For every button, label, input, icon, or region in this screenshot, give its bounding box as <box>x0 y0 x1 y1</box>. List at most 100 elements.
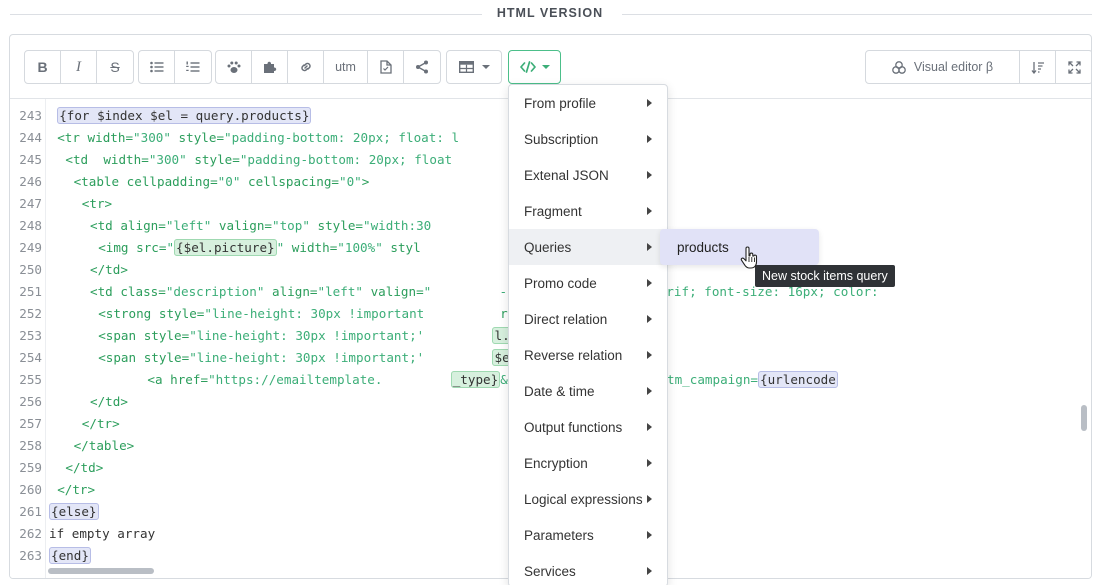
link-button[interactable] <box>288 51 324 83</box>
bullet-list-icon <box>149 61 163 73</box>
utm-button[interactable]: utm <box>324 51 368 83</box>
code-token: width= <box>103 152 149 167</box>
code-token: style= <box>170 130 225 145</box>
chevron-right-icon <box>647 459 652 467</box>
submenu-item-label: products <box>677 239 729 255</box>
chevron-right-icon <box>647 135 652 143</box>
menu-item-direct-relation[interactable]: Direct relation <box>509 301 667 337</box>
section-title: HTML VERSION <box>496 6 604 20</box>
code-token: align= <box>264 284 318 299</box>
menu-item-label: Date & time <box>524 383 595 399</box>
menu-item-fragment[interactable]: Fragment <box>509 193 667 229</box>
line-number: 254 <box>19 350 42 365</box>
plugin-button[interactable] <box>252 51 288 83</box>
share-button[interactable] <box>404 51 440 83</box>
code-text: </td> <box>65 457 103 479</box>
code-text: <td align="left" valign="top" style="wid… <box>90 215 431 237</box>
code-token: <tr> <box>81 196 113 211</box>
vertical-scrollbar[interactable] <box>1081 99 1089 568</box>
menu-item-subscription[interactable]: Subscription <box>509 121 667 157</box>
vertical-scroll-thumb[interactable] <box>1081 405 1087 431</box>
code-token: style= <box>143 328 190 343</box>
paw-button[interactable] <box>216 51 252 83</box>
palette-icon <box>892 60 906 74</box>
code-text: <tr width="300" style="padding-bottom: 2… <box>57 127 459 149</box>
code-token: "300" <box>148 152 187 167</box>
menu-item-label: Parameters <box>524 527 594 543</box>
code-token: <strong <box>98 306 159 321</box>
link-icon <box>300 62 311 72</box>
template-tag: {end} <box>49 547 91 564</box>
menu-item-queries[interactable]: Queries <box>509 229 667 265</box>
table-icon <box>458 61 474 73</box>
line-number: 258 <box>19 438 42 453</box>
code-text: </tr> <box>82 413 120 435</box>
code-token: "left" <box>165 218 212 233</box>
code-token: style= <box>309 218 364 233</box>
menu-item-label: Promo code <box>524 275 597 291</box>
sort-button[interactable] <box>1020 51 1056 83</box>
line-number: 261 <box>19 504 42 519</box>
menu-item-promo-code[interactable]: Promo code <box>509 265 667 301</box>
menu-item-reverse-relation[interactable]: Reverse relation <box>509 337 667 373</box>
utm-label: utm <box>335 60 356 74</box>
code-text: <td width="300" style="padding-bottom: 2… <box>65 149 452 171</box>
code-token: "description" <box>165 284 265 299</box>
code-token: "left" <box>317 284 364 299</box>
line-number: 245 <box>19 152 42 167</box>
chevron-right-icon <box>647 387 652 395</box>
italic-button[interactable]: I <box>61 51 97 83</box>
line-number: 263 <box>19 548 42 563</box>
code-token: "padding-bottom: 20px; float <box>239 152 453 167</box>
strikethrough-button[interactable]: S <box>97 51 133 83</box>
menu-item-label: Encryption <box>524 455 588 471</box>
bullet-list-button[interactable] <box>139 51 175 83</box>
chevron-down-icon <box>481 65 490 69</box>
menu-item-output-functions[interactable]: Output functions <box>509 409 667 445</box>
bold-button[interactable]: B <box>25 51 61 83</box>
sort-icon <box>1030 61 1044 74</box>
code-token: "300" <box>133 130 171 145</box>
line-number: 255 <box>19 372 42 387</box>
code-token: "https://emailtemplate. <box>208 372 383 387</box>
numbered-list-button[interactable] <box>175 51 211 83</box>
chevron-right-icon <box>647 423 652 431</box>
code-token: </tr> <box>81 416 120 431</box>
line-number: 249 <box>19 240 42 255</box>
chevron-right-icon <box>647 279 652 287</box>
code-token: <tr <box>57 130 88 145</box>
menu-item-services[interactable]: Services <box>509 553 667 585</box>
code-token: align= <box>120 218 166 233</box>
code-icon <box>519 61 536 73</box>
menu-item-date-time[interactable]: Date & time <box>509 373 667 409</box>
visual-editor-label: Visual editor β <box>913 60 994 74</box>
fullscreen-button[interactable] <box>1056 51 1091 83</box>
template-code-button[interactable] <box>508 50 561 84</box>
code-token: "line-height: 30px !important;' <box>189 350 425 365</box>
code-token: <td <box>90 218 121 233</box>
template-tag: {for $index $el = query.products} <box>57 107 312 124</box>
visual-editor-button[interactable]: Visual editor β <box>866 51 1020 83</box>
table-group <box>446 50 502 84</box>
text-format-group: B I S <box>24 50 134 84</box>
horizontal-scroll-thumb[interactable] <box>48 568 154 574</box>
table-button[interactable] <box>447 51 501 83</box>
menu-item-extenal-json[interactable]: Extenal JSON <box>509 157 667 193</box>
menu-item-label: Subscription <box>524 131 599 147</box>
template-insert-menu: From profile Subscription Extenal JSON Frag… <box>508 84 668 585</box>
code-token: <span <box>98 328 144 343</box>
line-number: 256 <box>19 394 42 409</box>
menu-item-encryption[interactable]: Encryption <box>509 445 667 481</box>
menu-item-from-profile[interactable]: From profile <box>509 85 667 121</box>
code-token: <td <box>65 152 104 167</box>
template-tag: _type} <box>450 371 501 388</box>
insert-group: utm <box>215 50 441 84</box>
menu-item-parameters[interactable]: Parameters <box>509 517 667 553</box>
menu-item-logical-expressions[interactable]: Logical expressions <box>509 481 667 517</box>
document-button[interactable] <box>368 51 404 83</box>
code-token: "100%" <box>337 240 383 255</box>
code-token: if empty array <box>49 526 156 541</box>
